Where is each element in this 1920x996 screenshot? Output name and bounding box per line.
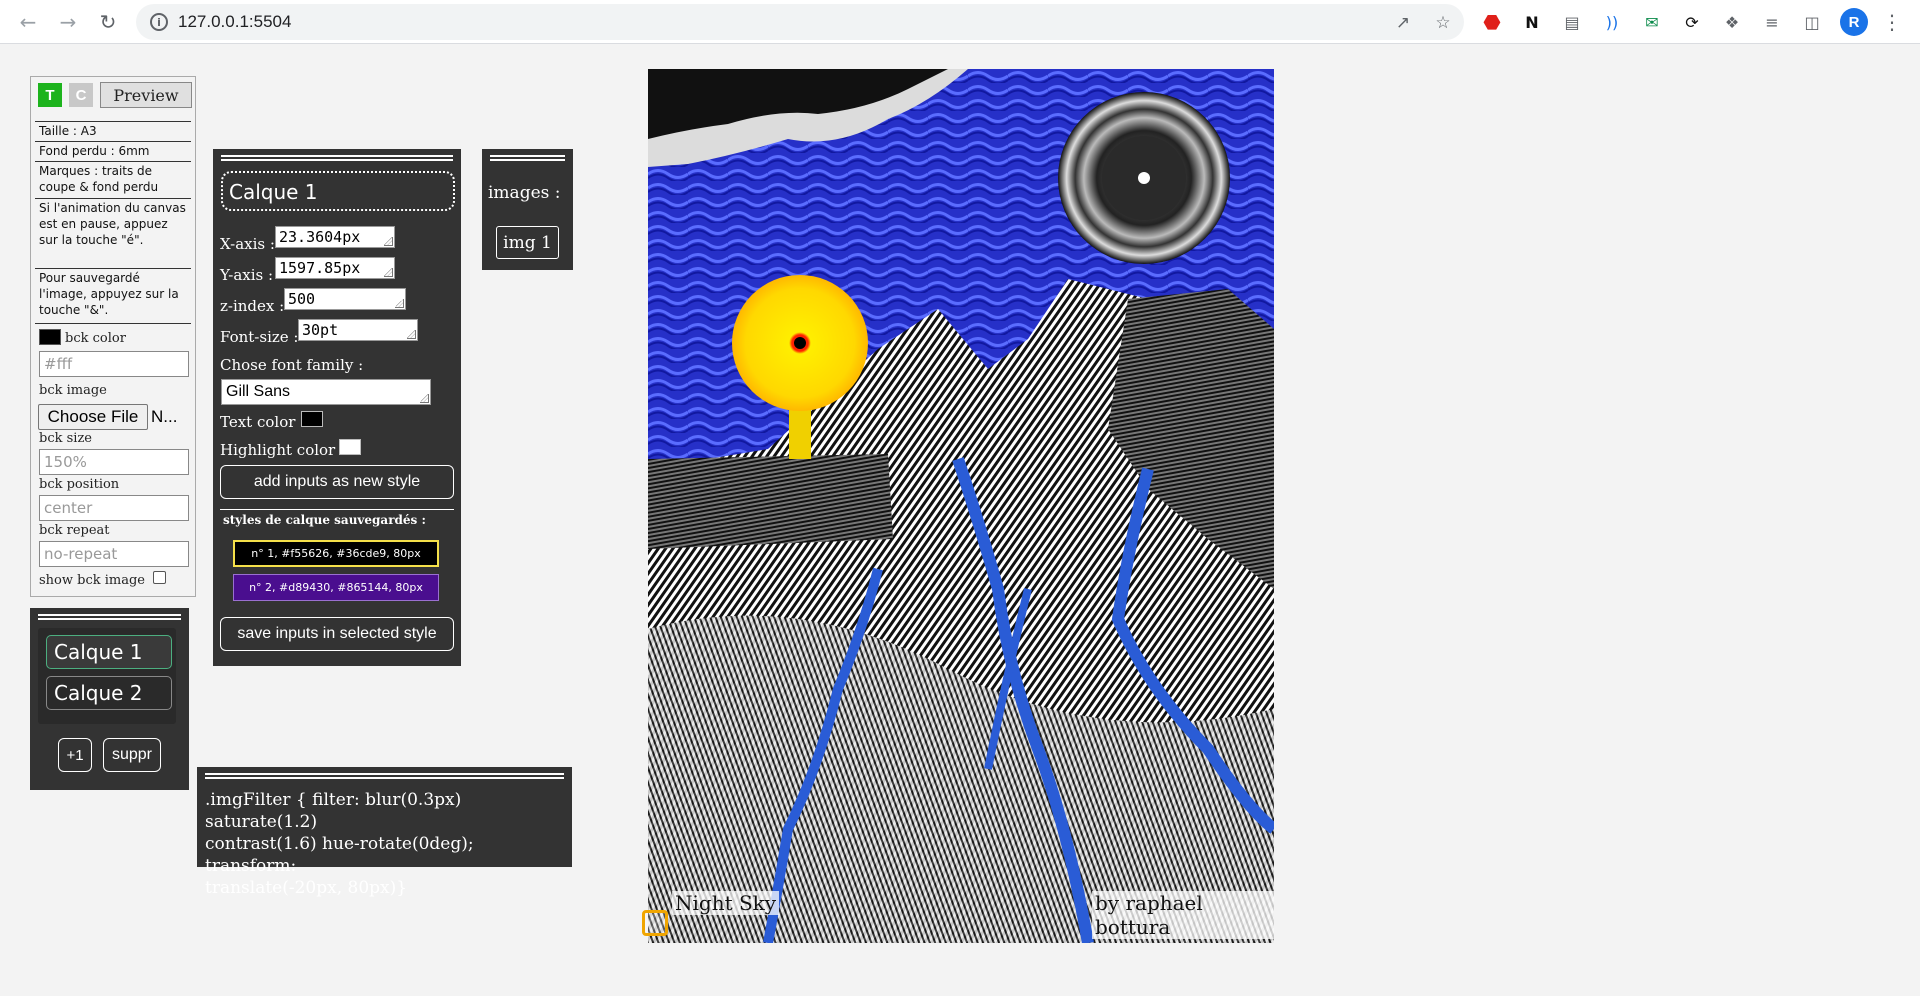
adblock-extension-icon[interactable]: ⬣ xyxy=(1480,10,1504,34)
artwork-image xyxy=(648,69,1274,943)
mail-extension-icon[interactable]: ✉ xyxy=(1640,10,1664,34)
highlight-color-swatch[interactable] xyxy=(339,439,361,455)
css-filter-line-1: .imgFilter { filter: blur(0.3px) saturat… xyxy=(205,790,462,832)
layer-item-calque-2[interactable]: Calque 2 xyxy=(46,676,172,710)
bck-position-label: bck position xyxy=(39,477,120,492)
side-panel-icon[interactable]: ◫ xyxy=(1800,10,1824,34)
font-family-input[interactable]: Gill Sans xyxy=(221,379,431,405)
layers-list: Calque 1 Calque 2 xyxy=(38,628,176,724)
artwork-canvas[interactable]: Night Sky by raphael bottura xyxy=(648,69,1274,943)
menu-dots-icon[interactable]: ⋮ xyxy=(1880,10,1904,34)
divider xyxy=(35,268,191,269)
bck-repeat-input[interactable]: no-repeat xyxy=(39,541,189,567)
bck-color-input[interactable]: #fff xyxy=(39,351,189,377)
saved-style-item-2[interactable]: n° 2, #d89430, #865144, 80px xyxy=(233,574,439,601)
bck-position-input[interactable]: center xyxy=(39,495,189,521)
layer-properties-panel: Calque 1 X-axis : 23.3604px Y-axis : 159… xyxy=(213,149,461,666)
text-color-label: Text color : xyxy=(220,413,306,431)
css-filter-panel: .imgFilter { filter: blur(0.3px) saturat… xyxy=(197,767,572,898)
info-pause-hint: Si l'animation du canvas est en pause, a… xyxy=(39,201,186,247)
layers-panel: Calque 1 Calque 2 +1 suppr xyxy=(30,608,189,790)
bookmark-star-icon[interactable]: ☆ xyxy=(1432,12,1454,34)
saved-styles-label: styles de calque sauvegardés : xyxy=(223,513,426,527)
address-bar[interactable]: i 127.0.0.1:5504 ↗ ☆ xyxy=(136,4,1464,40)
file-name-text: N... xyxy=(151,407,178,426)
bck-size-label: bck size xyxy=(39,431,92,446)
saved-style-item-1[interactable]: n° 1, #f55626, #36cde9, 80px xyxy=(233,540,439,567)
bck-repeat-label: bck repeat xyxy=(39,523,110,538)
back-icon[interactable]: ← xyxy=(14,8,42,36)
css-filter-line-3: translate(-20px, 80px)} xyxy=(205,878,408,898)
document-extension-icon[interactable]: ▤ xyxy=(1560,10,1584,34)
panel-drag-handle[interactable] xyxy=(205,773,564,779)
show-bck-image-label: show bck image xyxy=(39,573,145,588)
show-bck-image-checkbox[interactable] xyxy=(153,571,166,584)
font-size-label: Font-size : xyxy=(220,328,299,346)
profile-avatar[interactable]: R xyxy=(1840,8,1868,36)
y-axis-input[interactable]: 1597.85px xyxy=(275,257,395,279)
info-marks: Marques : traits de coupe & fond perdu xyxy=(39,164,159,194)
wave-extension-icon[interactable]: )) xyxy=(1600,10,1624,34)
text-mode-button[interactable]: T xyxy=(38,83,62,107)
bck-size-input[interactable]: 150% xyxy=(39,449,189,475)
info-save-hint: Pour sauvegardé l'image, appuyez sur la … xyxy=(39,271,179,317)
text-layer-handle[interactable] xyxy=(642,910,668,936)
font-family-label: Chose font family : xyxy=(220,356,364,374)
font-size-input[interactable]: 30pt xyxy=(298,319,418,341)
image-item-1[interactable]: img 1 xyxy=(496,226,559,259)
reading-list-icon[interactable]: ≡ xyxy=(1760,10,1784,34)
y-axis-label: Y-axis : xyxy=(220,266,274,284)
puzzle-extensions-icon[interactable]: ❖ xyxy=(1720,10,1744,34)
notion-extension-icon[interactable]: N xyxy=(1520,10,1544,34)
sync-extension-icon[interactable]: ⟳ xyxy=(1680,10,1704,34)
poster-title[interactable]: Night Sky xyxy=(672,891,780,915)
info-bleed: Fond perdu : 6mm xyxy=(39,144,150,158)
bck-color-swatch[interactable] xyxy=(39,329,61,345)
divider xyxy=(35,121,191,122)
divider xyxy=(35,161,191,162)
x-axis-label: X-axis : xyxy=(220,235,275,253)
css-filter-line-2: contrast(1.6) hue-rotate(0deg); transfor… xyxy=(205,834,474,876)
settings-panel: T C Preview Taille : A3 Fond perdu : 6mm… xyxy=(30,76,196,597)
images-title: images : xyxy=(488,183,561,203)
poster-credit[interactable]: by raphael bottura xyxy=(1092,891,1274,939)
divider xyxy=(220,509,454,510)
url-text[interactable]: 127.0.0.1:5504 xyxy=(178,12,291,32)
layer-item-calque-1[interactable]: Calque 1 xyxy=(46,635,172,669)
canvas-mode-button[interactable]: C xyxy=(69,83,93,107)
z-index-input[interactable]: 500 xyxy=(284,288,406,310)
css-filter-code[interactable]: .imgFilter { filter: blur(0.3px) saturat… xyxy=(205,789,565,899)
z-index-label: z-index : xyxy=(220,297,285,315)
share-icon[interactable]: ↗ xyxy=(1392,12,1414,34)
highlight-color-label: Highlight color : xyxy=(220,441,346,459)
site-info-icon[interactable]: i xyxy=(150,13,168,31)
browser-toolbar: ← → ↻ i 127.0.0.1:5504 ↗ ☆ ⬣ N ▤ )) ✉ ⟳ … xyxy=(0,0,1920,44)
preview-button[interactable]: Preview xyxy=(100,82,192,108)
panel-drag-handle[interactable] xyxy=(38,614,181,620)
save-style-button[interactable]: save inputs in selected style xyxy=(220,617,454,651)
text-color-swatch[interactable] xyxy=(301,411,323,427)
choose-file-button[interactable]: Choose File xyxy=(38,404,148,430)
delete-layer-button[interactable]: suppr xyxy=(103,738,161,772)
bck-image-label: bck image xyxy=(39,383,107,398)
x-axis-input[interactable]: 23.3604px xyxy=(275,226,395,248)
forward-icon[interactable]: → xyxy=(54,8,82,36)
info-size: Taille : A3 xyxy=(39,124,97,138)
bck-color-label: bck color xyxy=(65,331,126,346)
divider xyxy=(35,323,191,324)
images-panel: images : img 1 xyxy=(482,149,573,270)
layer-title[interactable]: Calque 1 xyxy=(221,171,455,211)
reload-icon[interactable]: ↻ xyxy=(94,8,122,36)
divider xyxy=(35,141,191,142)
add-layer-button[interactable]: +1 xyxy=(58,738,92,772)
add-style-button[interactable]: add inputs as new style xyxy=(220,465,454,499)
panel-drag-handle[interactable] xyxy=(490,155,565,161)
divider xyxy=(35,198,191,199)
panel-drag-handle[interactable] xyxy=(221,155,453,161)
